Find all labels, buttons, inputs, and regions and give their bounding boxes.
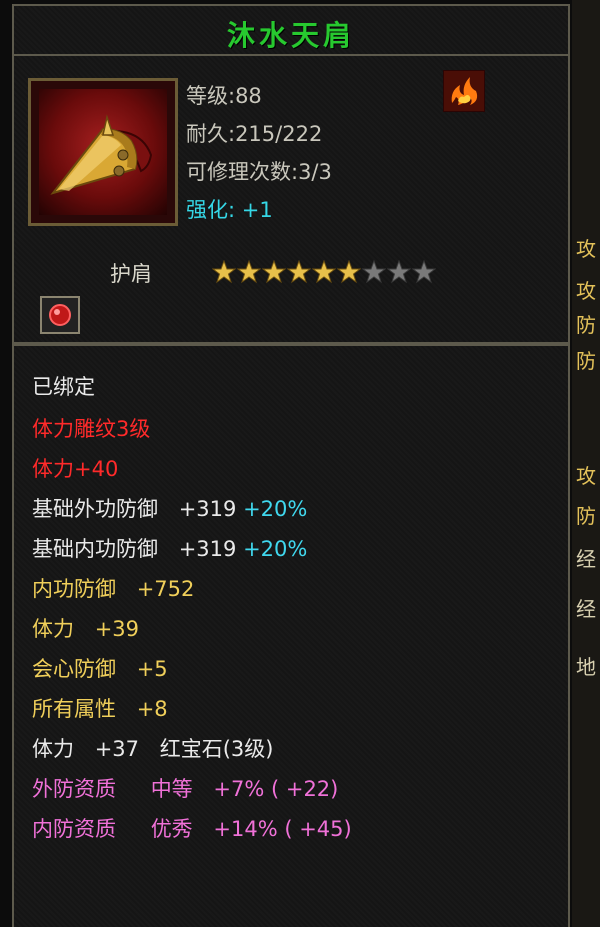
stat-label: 基础外功防御 [32,497,158,521]
quality-extra: ( +22) [270,777,339,801]
stat-label: 体力 [32,617,74,641]
side-label: 地 [576,655,596,679]
stat-int-defense: 基础内功防御 +319 +20% [32,536,307,562]
enhance-label: 强化: [186,198,236,222]
engrave-line: 体力雕纹3级 [32,417,151,441]
item-level: 等级:88 [186,84,262,108]
star-filled-icon [336,259,362,284]
quality-label: 内防资质 [32,817,116,841]
quality-grade: 优秀 [150,817,193,841]
stat-label: 体力 [32,737,74,761]
int-quality-line: 内防资质 优秀 +14% ( +45) [32,816,352,842]
side-label: 防 [576,349,596,373]
enhance-value: +1 [241,198,273,222]
quality-grade: 中等 [150,777,193,801]
item-enhance: 强化: +1 [186,194,273,224]
quality-percent: +7% [213,777,265,801]
stat-value: +752 [136,577,195,601]
gem-name: 红宝石(3级) [159,737,274,761]
shoulder-armor-icon [39,89,167,215]
tooltip-title-bar: 沐水天肩 [12,4,570,58]
stat-label: 所有属性 [32,697,116,721]
item-durability: 耐久:215/222 [186,122,323,146]
gem-stat-line: 体力 +37 红宝石(3级) [32,736,273,762]
star-filled-icon [286,259,312,284]
star-filled-icon [211,259,237,284]
side-label: 防 [576,313,596,337]
star-empty-icon [361,259,387,284]
item-repair-count: 可修理次数:3/3 [186,160,332,184]
item-icon-frame [28,78,178,226]
stat-label: 会心防御 [32,657,116,681]
stat-stamina: 体力 +39 [32,616,139,642]
quality-percent: +14% [213,817,278,841]
stat-value: +319 [178,497,237,521]
quality-label: 外防资质 [32,777,116,801]
stat-value: +8 [136,697,168,721]
stat-all-attributes: 所有属性 +8 [32,696,168,722]
stat-value: +39 [94,617,140,641]
star-filled-icon [311,259,337,284]
stat-value: +37 [94,737,140,761]
background-window-strip: 攻 攻 防 防 攻 防 经 经 地 [572,0,600,927]
item-type: 护肩 [110,262,152,286]
side-label: 经 [576,547,596,571]
star-empty-icon [411,259,437,284]
star-filled-icon [261,259,287,284]
side-label: 攻 [576,464,596,488]
stat-label: 基础内功防御 [32,537,158,561]
side-label: 攻 [576,237,596,261]
gem-socket[interactable] [40,296,80,334]
stat-ext-defense: 基础外功防御 +319 +20% [32,496,307,522]
engrave-bonus: 体力+40 [32,457,119,481]
stat-neigong-defense: 内功防御 +752 [32,576,194,602]
ext-quality-line: 外防资质 中等 +7% ( +22) [32,776,338,802]
side-label: 防 [576,504,596,528]
star-filled-icon [236,259,262,284]
stat-label: 内功防御 [32,577,116,601]
stat-value: +5 [136,657,168,681]
bound-status: 已绑定 [32,375,95,399]
stat-value: +319 [178,537,237,561]
stat-percent: +20% [243,537,308,561]
side-label: 经 [576,597,596,621]
quality-extra: ( +45) [284,817,352,841]
stat-crit-defense: 会心防御 +5 [32,656,168,682]
stat-percent: +20% [243,497,308,521]
side-label: 攻 [576,279,596,303]
star-empty-icon [386,259,412,284]
item-name: 沐水天肩 [226,19,355,52]
fire-attribute-icon [443,70,485,112]
